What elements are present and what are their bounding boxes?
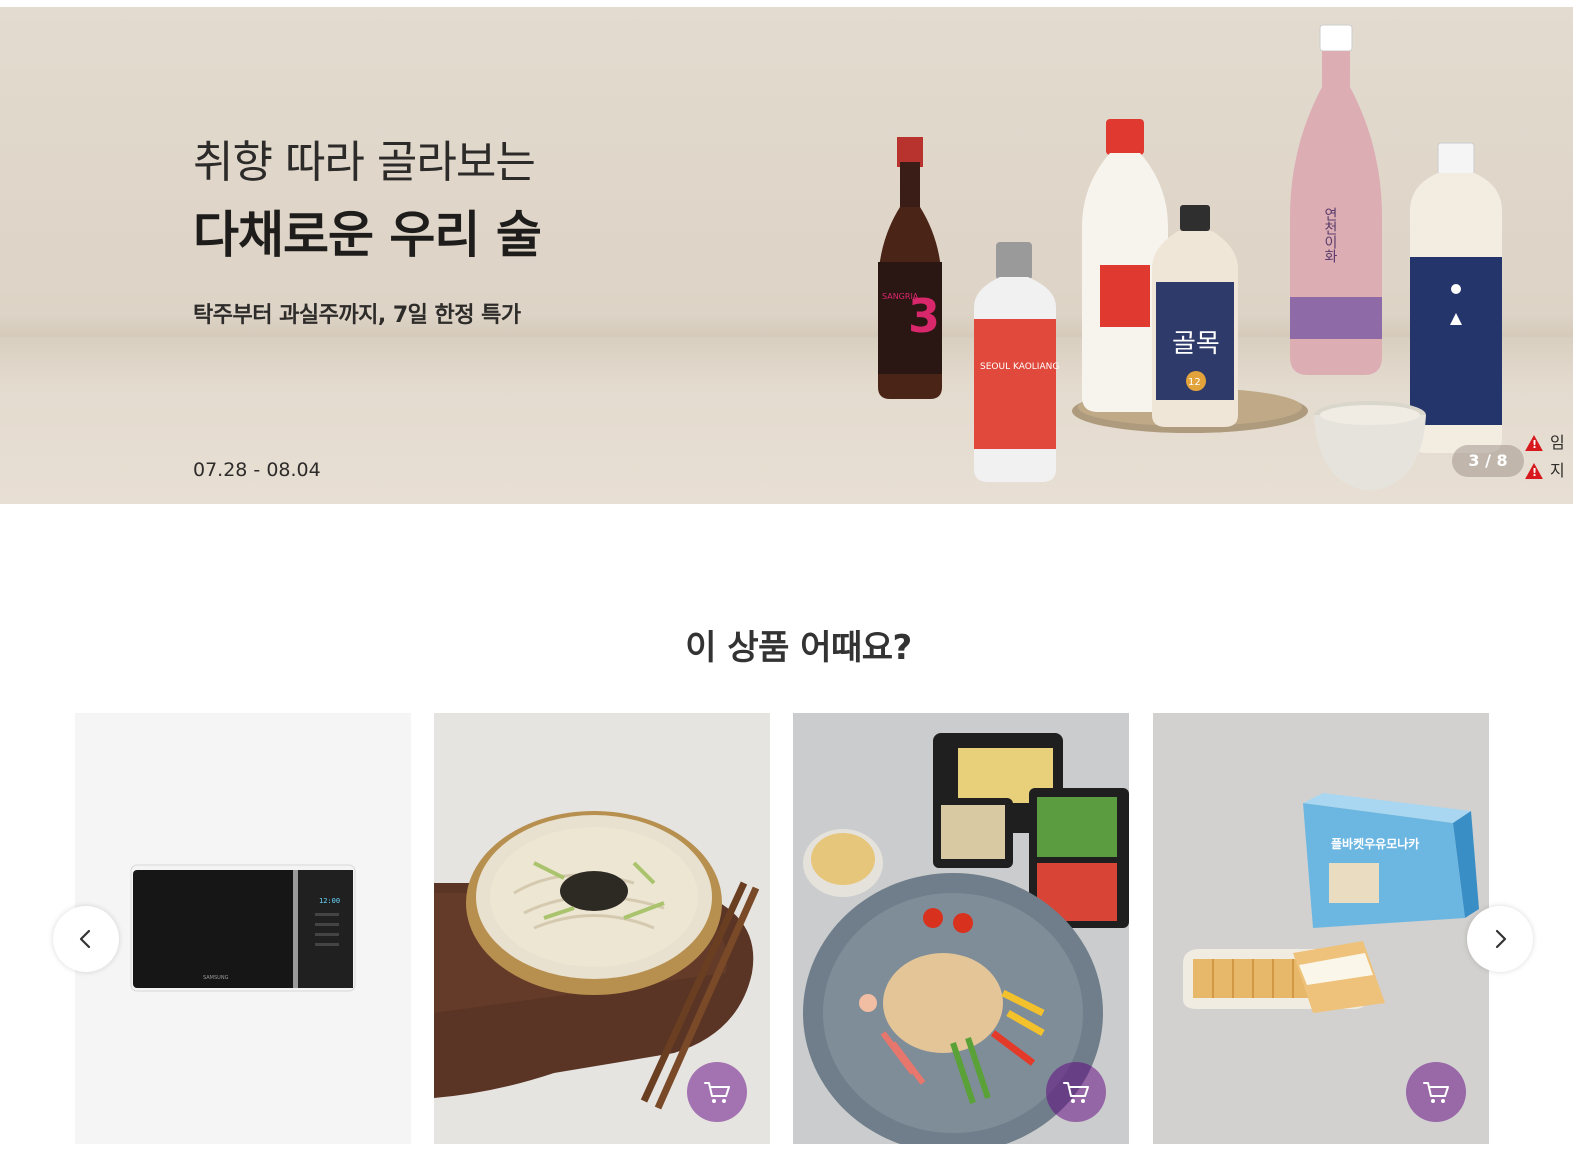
- add-to-cart-button[interactable]: [1406, 1062, 1466, 1122]
- navy-bottle: [1410, 142, 1502, 453]
- chevron-right-icon: [1495, 929, 1507, 949]
- product-card-microwave[interactable]: 12:00 SAMSUNG: [75, 713, 411, 1144]
- banner-subtitle: 취향 따라 골라보는: [193, 137, 536, 188]
- banner-date: 07.28 - 08.04: [193, 459, 321, 481]
- banner-description: 탁주부터 과실주까지, 7일 한정 특가: [193, 303, 521, 328]
- product-card-jellyfish-salad[interactable]: [793, 713, 1129, 1144]
- pink-bottle: 연천이화: [1290, 24, 1382, 375]
- product-card-noodle-soup[interactable]: [434, 713, 770, 1144]
- product-carousel: 12:00 SAMSUNG 플바켓우유모나카: [75, 713, 1511, 1144]
- banner-title: 다채로운 우리 술: [193, 206, 542, 264]
- kaoliang-bottle: SEOUL KAOLIANG: [974, 242, 1059, 482]
- warning-icon: [1524, 462, 1544, 479]
- cart-icon: [1423, 1082, 1449, 1103]
- banner-counter: 3 / 8: [1452, 445, 1524, 477]
- warning-notice-1: 임: [1524, 429, 1573, 451]
- golmok-number: 12: [1188, 377, 1201, 388]
- microwave-brand: SAMSUNG: [203, 975, 229, 981]
- add-to-cart-button[interactable]: [1046, 1062, 1106, 1122]
- cart-icon: [1063, 1082, 1089, 1103]
- warning-text: 임: [1550, 433, 1565, 451]
- warning-icon: [1524, 434, 1544, 451]
- warning-text: 지: [1550, 461, 1565, 479]
- add-to-cart-button[interactable]: [687, 1062, 747, 1122]
- chevron-left-icon: [79, 929, 91, 949]
- warning-notice-2: 지: [1524, 457, 1573, 479]
- cart-icon: [704, 1082, 730, 1103]
- microwave-display: 12:00: [319, 897, 340, 905]
- golmok-name: 골목: [1172, 329, 1220, 359]
- carousel-prev-button[interactable]: [53, 906, 119, 972]
- box-text: 플바켓우유모나카: [1331, 836, 1419, 851]
- main-banner[interactable]: 취향 따라 골라보는 다채로운 우리 술 탁주부터 과실주까지, 7일 한정 특…: [0, 7, 1573, 504]
- product-card-ice-cream-sandwich[interactable]: 플바켓우유모나카: [1153, 713, 1489, 1144]
- makgeolli-bowl: [1314, 401, 1426, 491]
- pink-name: 연천이화: [1322, 207, 1338, 263]
- carousel-next-button[interactable]: [1467, 906, 1533, 972]
- microwave-image: 12:00 SAMSUNG: [130, 864, 356, 992]
- sangria-name: SANGRIA: [882, 292, 919, 301]
- section-title: 이 상품 어때요?: [685, 628, 912, 668]
- sangria-bottle: 3 SANGRIA: [878, 137, 942, 399]
- banner-bottles-image: 3 SANGRIA SEOUL KAOLIANG 골목 12 연천이화: [878, 24, 1502, 491]
- kaoliang-name: SEOUL KAOLIANG: [980, 362, 1059, 372]
- banner-text: 취향 따라 골라보는 다채로운 우리 술 탁주부터 과실주까지, 7일 한정 특…: [193, 135, 542, 329]
